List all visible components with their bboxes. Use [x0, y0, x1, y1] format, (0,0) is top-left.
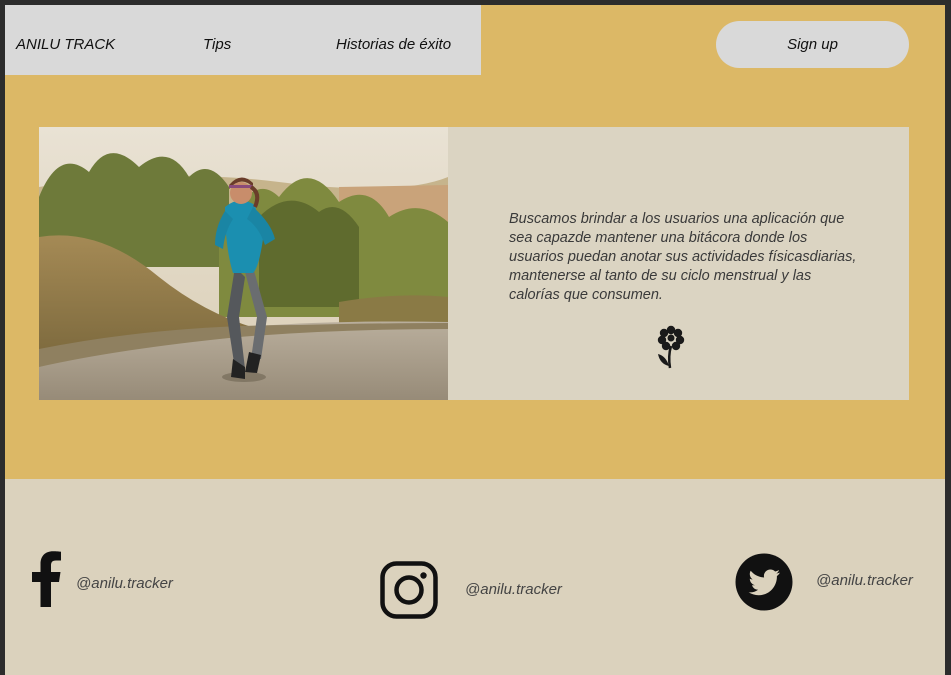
- footer: @anilu.tracker @anilu.tracker @anilu.tra…: [5, 479, 945, 675]
- nav-bar: ANILU TRACK Tips Historias de éxito: [5, 5, 481, 75]
- app-description-text: Buscamos brindar a los usuarios una apli…: [509, 211, 857, 303]
- nav-link-tips[interactable]: Tips: [203, 36, 231, 53]
- flower-icon: [657, 325, 685, 369]
- nav-link-success-stories[interactable]: Historias de éxito: [336, 36, 451, 53]
- twitter-icon[interactable]: [735, 553, 793, 611]
- brand-logo-text[interactable]: ANILU TRACK: [16, 36, 115, 53]
- page: ANILU TRACK Tips Historias de éxito Sign…: [5, 5, 945, 675]
- signup-button[interactable]: Sign up: [716, 21, 909, 68]
- facebook-icon[interactable]: [30, 551, 62, 607]
- facebook-handle[interactable]: @anilu.tracker: [76, 575, 173, 592]
- runner-photo-illustration: [39, 127, 448, 400]
- instagram-handle[interactable]: @anilu.tracker: [465, 581, 562, 598]
- twitter-handle[interactable]: @anilu.tracker: [816, 572, 913, 589]
- hero-runner-image: [39, 127, 448, 400]
- instagram-icon[interactable]: [380, 561, 438, 619]
- hero-description-panel: Buscamos brindar a los usuarios una apli…: [448, 127, 909, 400]
